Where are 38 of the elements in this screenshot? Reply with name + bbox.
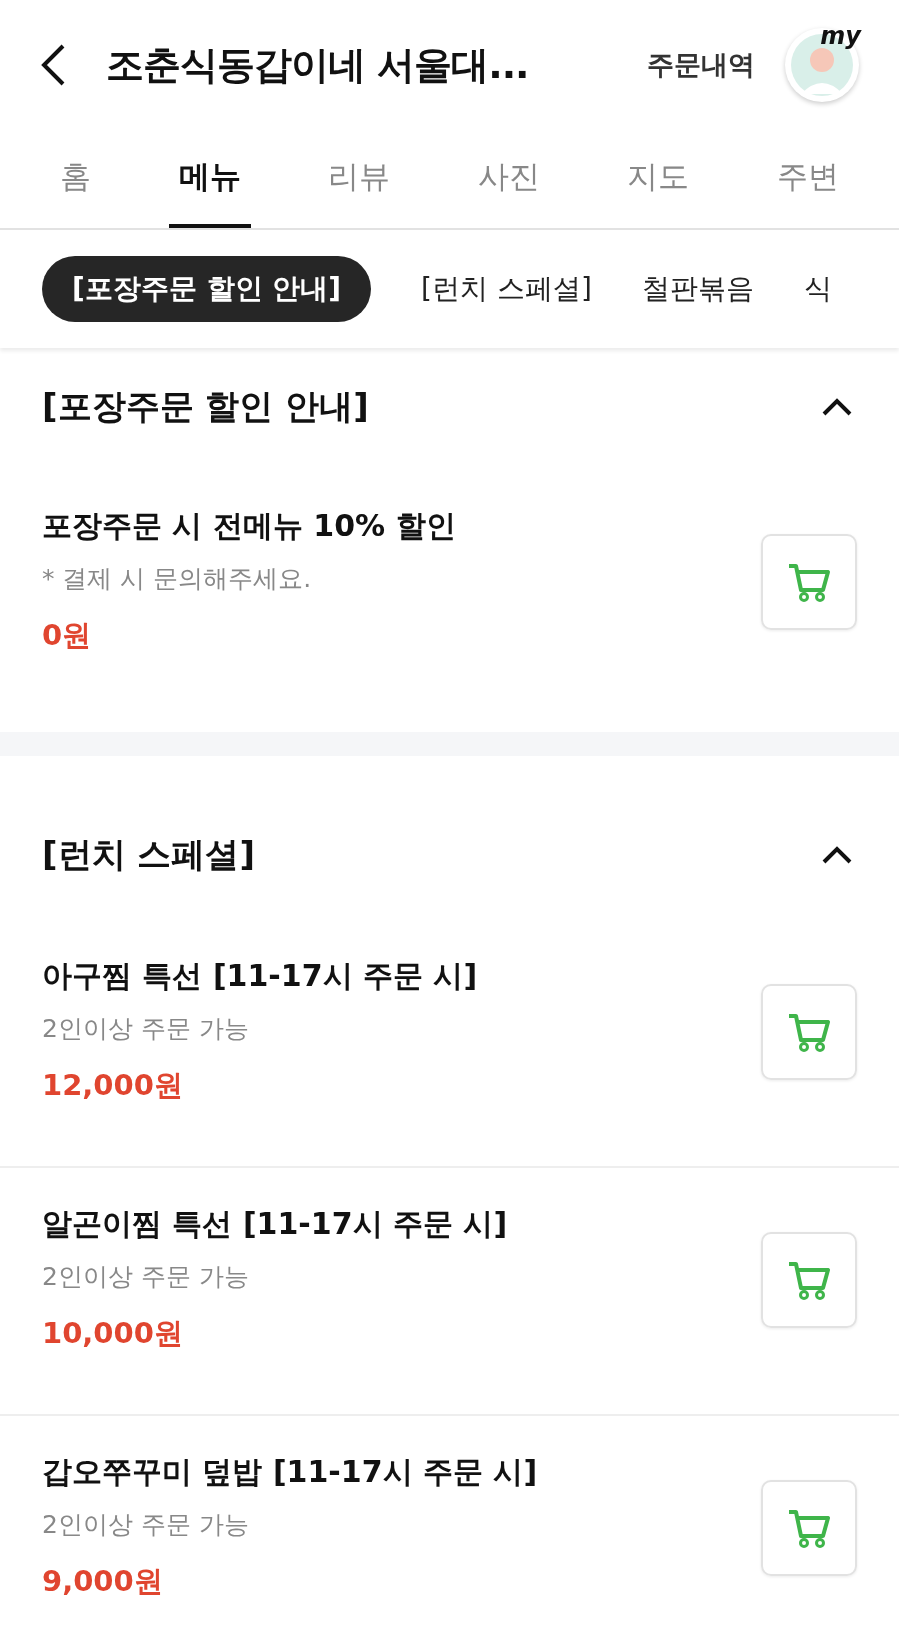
category-chip[interactable]: [런치 스페셜]: [421, 256, 592, 322]
cart-icon: [787, 1012, 831, 1052]
back-icon: [40, 44, 66, 86]
menu-item-price: 0원: [42, 617, 93, 654]
tab[interactable]: 리뷰: [318, 130, 401, 228]
add-to-cart-button[interactable]: [761, 534, 857, 630]
add-to-cart-button[interactable]: [761, 1232, 857, 1328]
tab[interactable]: 사진: [467, 130, 550, 228]
cart-icon: [787, 1508, 831, 1548]
cart-icon: [787, 562, 831, 602]
menu-item-name: 알곤이찜 특선 [11-17시 주문 시]: [42, 1205, 508, 1243]
chevron-up-icon: [821, 397, 853, 417]
section-title: [런치 스페셜]: [42, 833, 255, 876]
add-to-cart-button[interactable]: [761, 984, 857, 1080]
tab[interactable]: 주변: [766, 130, 849, 228]
category-chip[interactable]: 식: [803, 256, 832, 322]
menu-item-name: 갑오쭈꾸미 덮밥 [11-17시 주문 시]: [42, 1453, 538, 1491]
category-chip[interactable]: [포장주문 할인 안내]: [42, 256, 372, 322]
tab[interactable]: 메뉴: [168, 130, 251, 228]
category-chip[interactable]: 철판볶음: [641, 256, 754, 322]
add-to-cart-button[interactable]: [761, 1480, 857, 1576]
cart-icon: [787, 1260, 831, 1300]
tab[interactable]: 지도: [617, 130, 700, 228]
store-title: 조춘식동갑이네 서울대...: [106, 41, 529, 89]
menu-item-price: 12,000원: [42, 1067, 184, 1104]
tab[interactable]: 홈: [50, 130, 101, 228]
order-history-link[interactable]: 주문내역: [647, 47, 755, 83]
menu-item-description: * 결제 시 문의해주세요.: [42, 563, 313, 595]
menu-item-description: 2인이상 주문 가능: [42, 1509, 250, 1541]
menu-item-price: 9,000원: [42, 1563, 164, 1600]
avatar-label: my: [820, 22, 861, 50]
menu-item-description: 2인이상 주문 가능: [42, 1013, 250, 1045]
menu-item-name: 포장주문 시 전메뉴 10% 할인: [42, 507, 456, 545]
chevron-up-icon: [821, 845, 853, 865]
menu-item-description: 2인이상 주문 가능: [42, 1261, 250, 1293]
menu-item-name: 아구찜 특선 [11-17시 주문 시]: [42, 957, 478, 995]
menu-item-price: 10,000원: [42, 1315, 184, 1352]
section-title: [포장주문 할인 안내]: [42, 385, 369, 428]
